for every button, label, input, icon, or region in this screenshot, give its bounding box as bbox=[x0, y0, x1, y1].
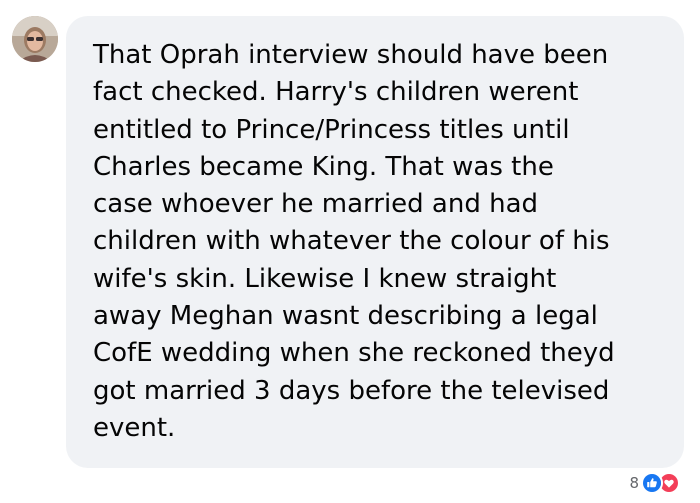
comment-row: That Oprah interview should have been fa… bbox=[0, 0, 700, 503]
like-icon bbox=[641, 472, 663, 494]
reactions-summary[interactable]: 8 bbox=[629, 471, 680, 495]
comment-bubble: That Oprah interview should have been fa… bbox=[66, 16, 684, 468]
avatar[interactable] bbox=[12, 16, 58, 62]
avatar-photo bbox=[12, 16, 58, 62]
comment-text: That Oprah interview should have been fa… bbox=[93, 40, 615, 443]
reaction-count: 8 bbox=[629, 474, 639, 492]
